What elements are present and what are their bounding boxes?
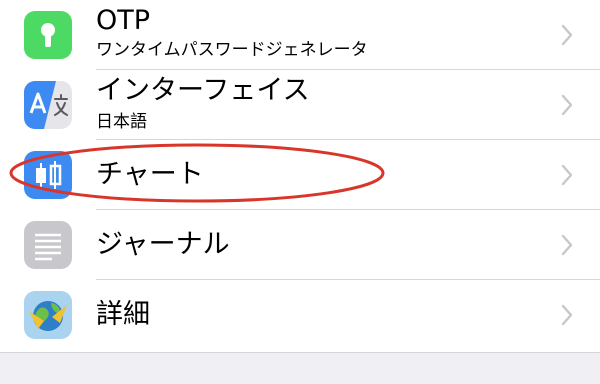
- translate-icon: [24, 81, 72, 129]
- document-lines-icon: [24, 221, 72, 269]
- about-row[interactable]: 詳細: [0, 280, 600, 350]
- chevron-right-icon: [561, 164, 573, 186]
- otp-title: OTP: [96, 5, 151, 36]
- chart-title: チャート: [96, 159, 204, 190]
- journal-row[interactable]: ジャーナル: [0, 210, 600, 280]
- interface-title: インターフェイス: [96, 75, 310, 106]
- interface-row[interactable]: インターフェイス 日本語: [0, 70, 600, 140]
- about-title: 詳細: [96, 299, 150, 330]
- journal-title: ジャーナル: [96, 229, 230, 260]
- metatrader-globe-icon: [24, 291, 72, 339]
- chart-row[interactable]: チャート: [0, 140, 600, 210]
- chevron-right-icon: [561, 234, 573, 256]
- candlestick-chart-icon: [24, 151, 72, 199]
- key-icon: [24, 11, 72, 59]
- list-footer: [0, 352, 600, 384]
- chevron-right-icon: [561, 304, 573, 326]
- interface-subtitle: 日本語: [96, 112, 147, 132]
- chevron-right-icon: [561, 24, 573, 46]
- otp-subtitle: ワンタイムパスワードジェネレータ: [96, 40, 368, 60]
- chevron-right-icon: [561, 94, 573, 116]
- otp-row[interactable]: OTP ワンタイムパスワードジェネレータ: [0, 0, 600, 70]
- settings-list: OTP ワンタイムパスワードジェネレータ インターフェイス 日本語 チャート ジ…: [0, 0, 600, 352]
